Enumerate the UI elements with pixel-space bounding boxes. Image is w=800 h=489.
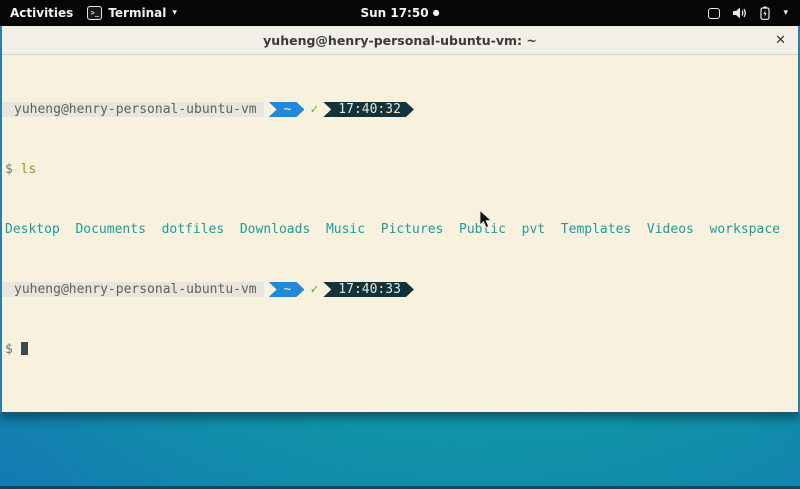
activities-button[interactable]: Activities bbox=[10, 6, 73, 20]
check-icon: ✓ bbox=[310, 282, 318, 297]
ls-output-line: Desktop Documents dotfiles Downloads Mus… bbox=[2, 222, 798, 237]
directory-name: Desktop bbox=[5, 222, 60, 237]
terminal-app-icon: >_ bbox=[87, 6, 102, 20]
directory-name: Documents bbox=[75, 222, 145, 237]
prompt-symbol: $ bbox=[5, 342, 13, 357]
chevron-down-icon: ▾ bbox=[172, 9, 177, 18]
prompt-dir-segment: ~ bbox=[269, 102, 305, 117]
prompt-time-segment: 17:40:32 bbox=[323, 102, 414, 117]
directory-name: Templates bbox=[561, 222, 631, 237]
system-status-area[interactable]: ▾ bbox=[708, 6, 800, 20]
close-icon: ✕ bbox=[775, 33, 786, 48]
prompt-dir-segment: ~ bbox=[269, 282, 305, 297]
volume-icon bbox=[733, 7, 747, 19]
terminal-window: yuheng@henry-personal-ubuntu-vm: ~ ✕ yuh… bbox=[0, 26, 800, 414]
screen-icon bbox=[708, 8, 720, 19]
top-bar: Activities >_ Terminal ▾ Sun 17:50 ● bbox=[0, 0, 800, 26]
battery-charging-icon bbox=[760, 6, 770, 20]
system-menu-chevron-icon: ▾ bbox=[783, 9, 788, 18]
check-icon: ✓ bbox=[310, 102, 318, 117]
prompt-user-segment: yuheng@henry-personal-ubuntu-vm bbox=[2, 282, 264, 297]
clock-menu[interactable]: Sun 17:50 ● bbox=[360, 6, 439, 20]
window-title: yuheng@henry-personal-ubuntu-vm: ~ bbox=[263, 33, 537, 48]
directory-name: workspace bbox=[710, 222, 780, 237]
directory-name: Public bbox=[459, 222, 506, 237]
input-line[interactable]: $ bbox=[2, 342, 798, 357]
directory-name: Downloads bbox=[240, 222, 310, 237]
directory-name: dotfiles bbox=[162, 222, 225, 237]
window-titlebar[interactable]: yuheng@henry-personal-ubuntu-vm: ~ ✕ bbox=[2, 26, 798, 55]
typed-command: ls bbox=[21, 162, 37, 177]
directory-name: pvt bbox=[522, 222, 545, 237]
directory-name: Music bbox=[326, 222, 365, 237]
prompt-line: yuheng@henry-personal-ubuntu-vm ~ ✓ 17:4… bbox=[2, 102, 798, 117]
notification-dot-icon: ● bbox=[433, 9, 440, 17]
prompt-user-segment: yuheng@henry-personal-ubuntu-vm bbox=[2, 102, 264, 117]
prompt-time-segment: 17:40:33 bbox=[323, 282, 414, 297]
clock-label: Sun 17:50 bbox=[360, 6, 428, 20]
directory-name: Videos bbox=[647, 222, 694, 237]
close-button[interactable]: ✕ bbox=[775, 26, 786, 55]
app-menu-label: Terminal bbox=[108, 6, 166, 20]
prompt-symbol: $ bbox=[5, 162, 13, 177]
text-cursor bbox=[21, 342, 28, 355]
directory-name: Pictures bbox=[381, 222, 444, 237]
app-menu-terminal[interactable]: >_ Terminal ▾ bbox=[87, 6, 177, 20]
terminal-content[interactable]: yuheng@henry-personal-ubuntu-vm ~ ✓ 17:4… bbox=[2, 55, 798, 412]
command-line: $ ls bbox=[2, 162, 798, 177]
prompt-line: yuheng@henry-personal-ubuntu-vm ~ ✓ 17:4… bbox=[2, 282, 798, 297]
